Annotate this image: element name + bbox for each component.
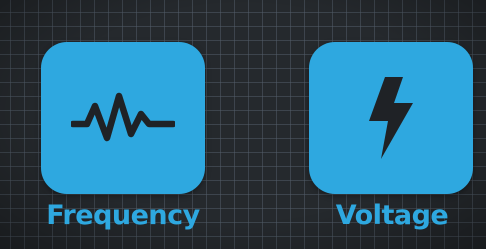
frequency-tile[interactable]: [41, 42, 205, 194]
voltage-label[interactable]: Voltage: [300, 196, 484, 236]
frequency-label[interactable]: Frequency: [30, 196, 216, 236]
waveform-icon: [71, 88, 175, 148]
lightning-bolt-icon: [361, 75, 421, 161]
voltage-tile[interactable]: [309, 42, 473, 194]
